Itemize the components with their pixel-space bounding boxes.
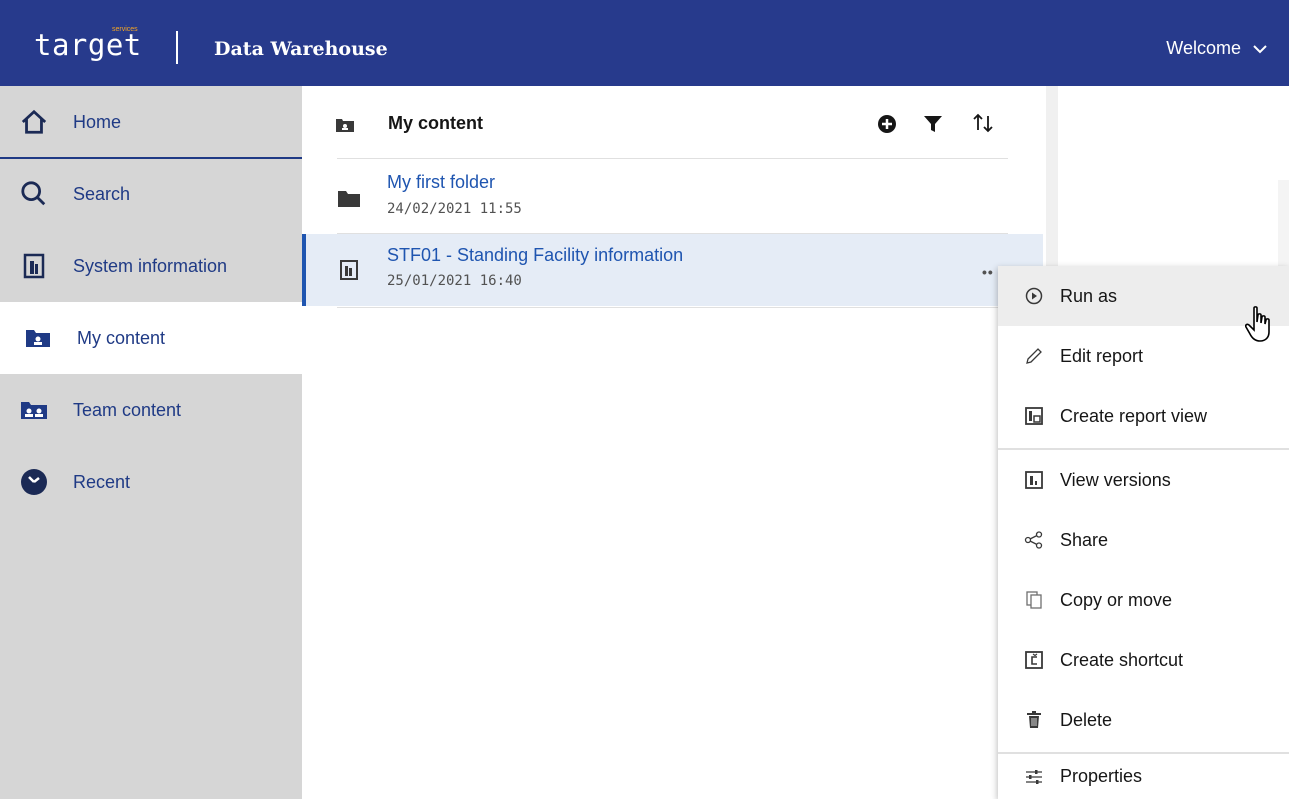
item-date: 25/01/2021 16:40 <box>387 273 522 289</box>
menu-item-copy-or-move[interactable]: Copy or move <box>998 570 1289 630</box>
menu-item-delete[interactable]: Delete <box>998 690 1289 750</box>
context-menu: Run as Edit report Create report view Vi… <box>998 266 1289 799</box>
copy-icon <box>1024 590 1044 610</box>
menu-item-label: Share <box>1060 529 1109 550</box>
report-icon <box>20 252 48 280</box>
sort-icon[interactable] <box>972 112 996 134</box>
app-header: target services Data Warehouse Welcome <box>0 0 1289 86</box>
more-options-button[interactable]: •• <box>982 264 994 280</box>
list-item-selected[interactable]: STF01 - Standing Facility information 25… <box>302 234 1043 306</box>
sidebar-item-system-information[interactable]: System information <box>0 230 302 302</box>
hand-cursor-icon <box>1245 306 1270 342</box>
menu-item-label: Run as <box>1060 285 1118 306</box>
sidebar-item-recent[interactable]: Recent <box>0 446 302 518</box>
welcome-label: Welcome <box>1166 38 1241 58</box>
scrollbar[interactable] <box>1278 180 1289 270</box>
menu-item-label: Delete <box>1060 709 1113 730</box>
item-date: 24/02/2021 11:55 <box>387 201 522 217</box>
share-icon <box>1024 530 1044 550</box>
sidebar-item-label: Search <box>73 183 131 204</box>
search-icon <box>20 180 48 208</box>
menu-item-create-report-view[interactable]: Create report view <box>998 386 1289 446</box>
content-panel: My content My first folder 24/02/2021 11… <box>302 86 1046 799</box>
report-icon <box>340 260 358 280</box>
logo-sub-text: services <box>112 26 138 33</box>
home-icon <box>20 108 48 136</box>
welcome-menu[interactable]: Welcome <box>1166 38 1267 59</box>
sidebar-item-label: My content <box>77 327 166 348</box>
play-icon <box>1024 286 1044 306</box>
my-folder-icon <box>336 119 354 132</box>
menu-item-label: Edit report <box>1060 345 1144 366</box>
versions-icon <box>1024 470 1044 490</box>
menu-item-label: Create shortcut <box>1060 649 1184 670</box>
logo-text: target <box>34 28 142 62</box>
sidebar: Home Search System information My conten… <box>0 86 302 799</box>
sidebar-item-my-content[interactable]: My content <box>0 302 302 374</box>
sidebar-item-label: Home <box>73 111 122 132</box>
clock-icon <box>20 468 48 496</box>
app-title: Data Warehouse <box>214 38 388 60</box>
menu-item-label: Properties <box>1060 766 1143 786</box>
menu-item-properties[interactable]: Properties <box>998 754 1289 799</box>
trash-icon <box>1024 710 1044 730</box>
sidebar-item-team-content[interactable]: Team content <box>0 374 302 446</box>
menu-item-create-shortcut[interactable]: Create shortcut <box>998 630 1289 690</box>
my-folder-icon <box>24 324 52 352</box>
sidebar-item-search[interactable]: Search <box>0 158 302 230</box>
menu-item-view-versions[interactable]: View versions <box>998 450 1289 510</box>
home-underline <box>0 157 302 159</box>
sidebar-item-label: Team content <box>73 399 182 420</box>
menu-item-share[interactable]: Share <box>998 510 1289 570</box>
menu-item-label: View versions <box>1060 469 1171 490</box>
item-name[interactable]: STF01 - Standing Facility information <box>387 245 683 266</box>
row-divider <box>337 307 1008 308</box>
pencil-icon <box>1024 346 1044 366</box>
item-name[interactable]: My first folder <box>387 172 495 193</box>
sidebar-item-label: System information <box>73 255 228 276</box>
report-view-icon <box>1024 406 1044 426</box>
logo-divider <box>176 31 178 64</box>
menu-item-label: Copy or move <box>1060 589 1173 610</box>
target-logo[interactable]: target <box>34 30 142 60</box>
chevron-down-icon <box>1253 44 1267 53</box>
list-item[interactable]: My first folder 24/02/2021 11:55 <box>302 159 1043 233</box>
sliders-icon <box>1024 767 1044 787</box>
add-icon[interactable] <box>877 114 897 134</box>
page-title: My content <box>388 113 484 133</box>
team-folder-icon <box>20 396 48 424</box>
menu-item-label: Create report view <box>1060 405 1208 426</box>
sidebar-item-home[interactable]: Home <box>0 86 302 158</box>
shortcut-icon <box>1024 650 1044 670</box>
folder-icon <box>338 191 360 207</box>
sidebar-item-label: Recent <box>73 471 131 492</box>
filter-icon[interactable] <box>923 114 943 134</box>
